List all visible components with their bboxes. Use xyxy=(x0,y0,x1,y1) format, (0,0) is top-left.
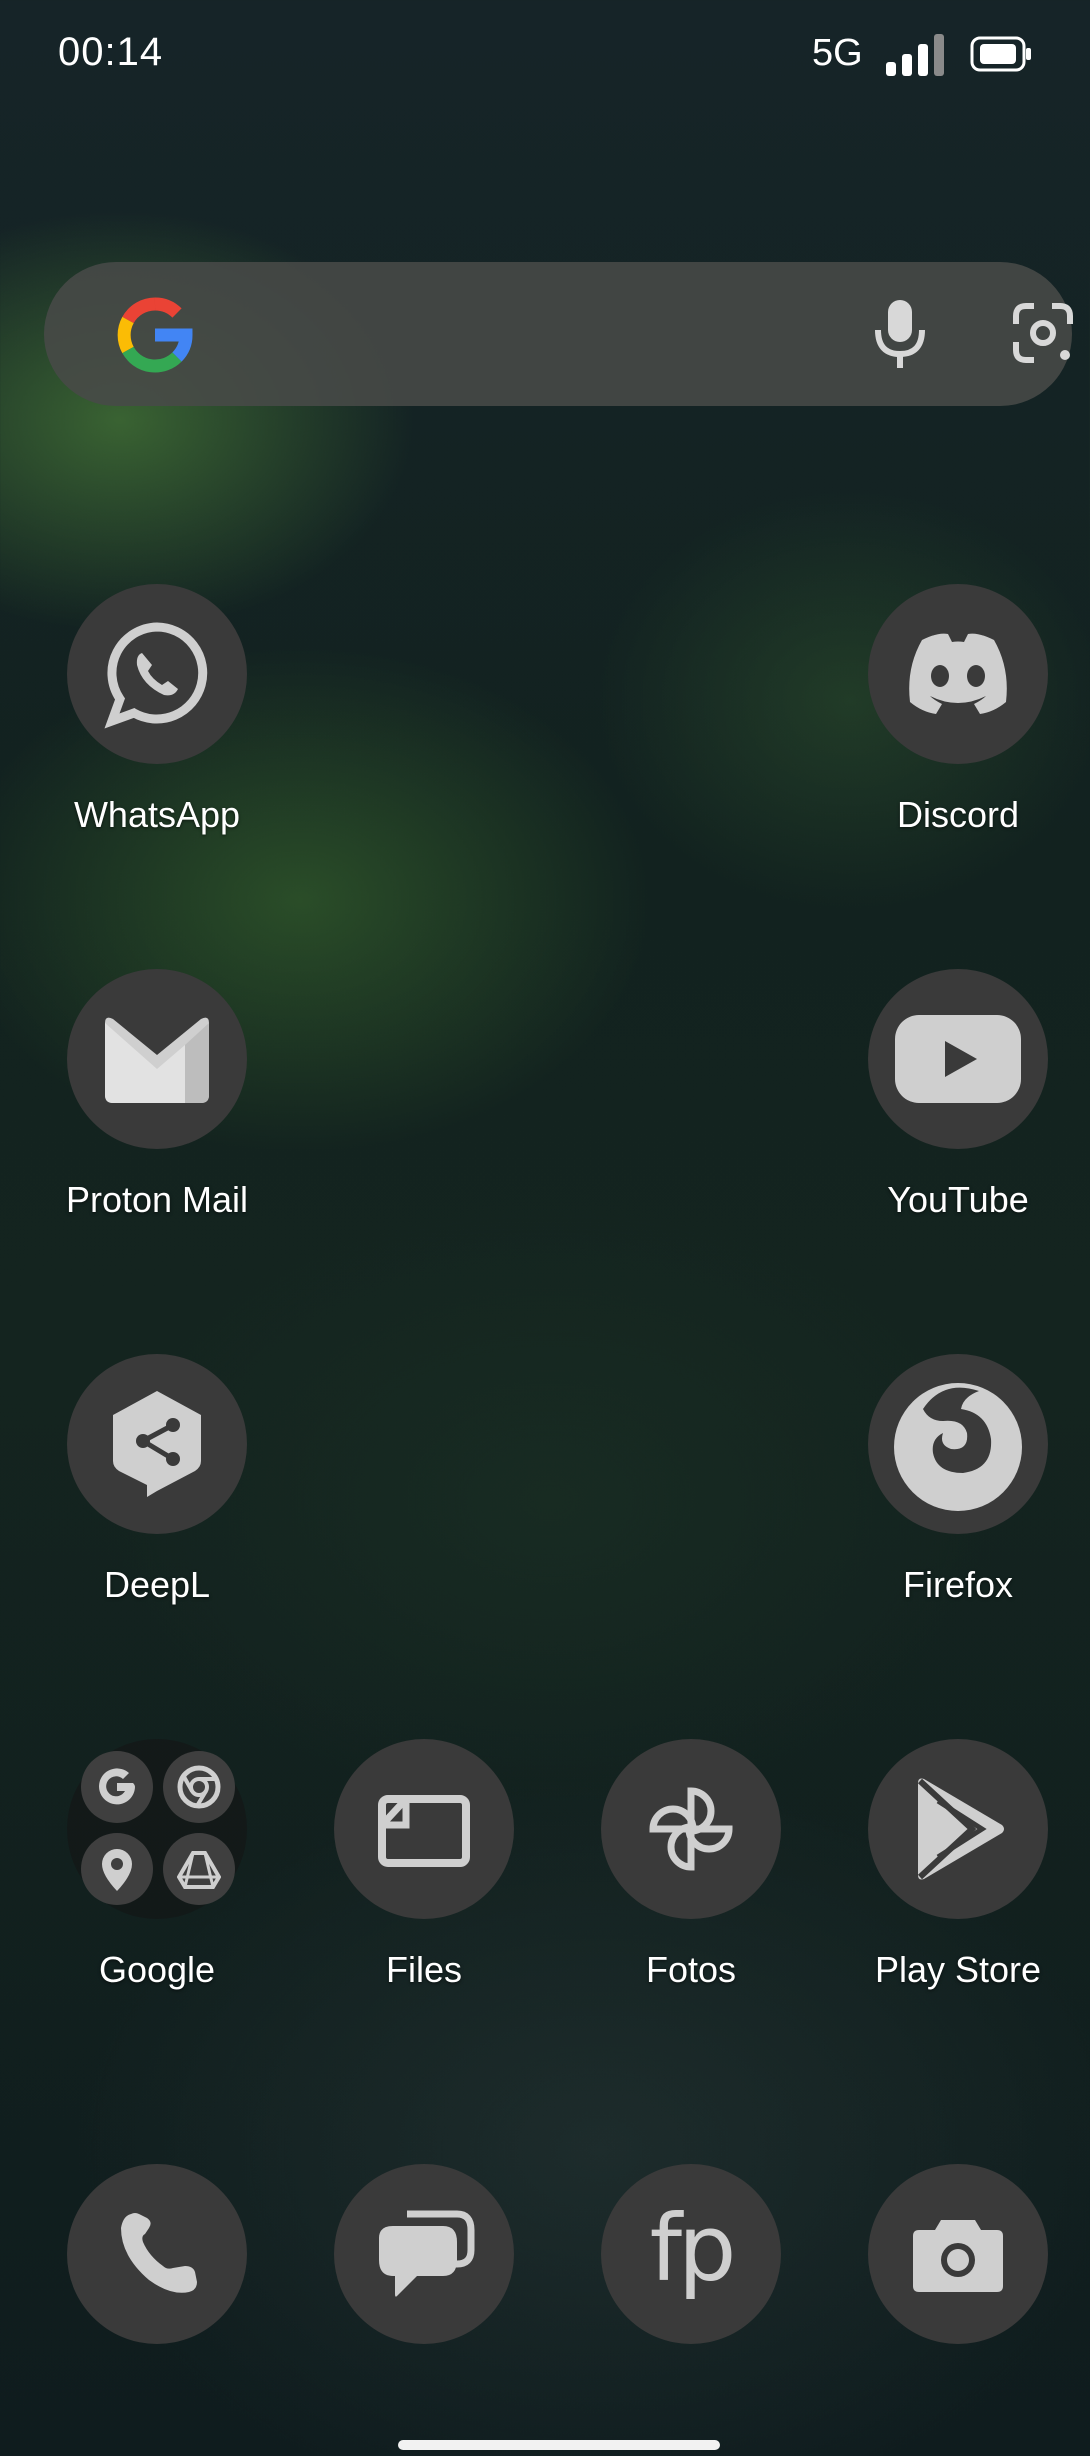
proton-mail-icon xyxy=(67,969,247,1149)
google-g-icon xyxy=(81,1751,153,1823)
dock-camera[interactable] xyxy=(818,2164,1090,2424)
whatsapp-icon xyxy=(67,584,247,764)
chrome-icon xyxy=(163,1751,235,1823)
app-label: Play Store xyxy=(874,1949,1042,1990)
clock: 00:14 xyxy=(58,30,164,74)
discord-icon xyxy=(868,584,1048,764)
app-label: Google xyxy=(98,1949,216,1990)
voice-search-mic-icon[interactable] xyxy=(870,296,930,372)
app-label: WhatsApp xyxy=(73,794,241,835)
google-search-bar[interactable] xyxy=(44,262,1073,406)
messages-icon xyxy=(334,2164,514,2344)
app-label: YouTube xyxy=(887,1179,1029,1220)
app-label: Files xyxy=(385,1949,462,1990)
deepl-icon xyxy=(67,1354,247,1534)
app-label: Fotos xyxy=(645,1949,737,1990)
google-lens-camera-icon[interactable] xyxy=(1010,300,1076,366)
app-folder-google[interactable]: Google xyxy=(17,1739,297,1999)
dock-phone[interactable] xyxy=(17,2164,297,2424)
maps-pin-icon xyxy=(81,1833,153,1905)
app-files[interactable]: Files xyxy=(284,1739,564,1999)
play-store-icon xyxy=(868,1739,1048,1919)
home-gesture-bar[interactable] xyxy=(398,2440,720,2450)
fairphone-logo-icon: fp xyxy=(601,2164,781,2344)
files-icon xyxy=(334,1739,514,1919)
app-discord[interactable]: Discord xyxy=(818,584,1090,844)
battery-icon xyxy=(970,36,1031,72)
network-type: 5G xyxy=(812,32,863,74)
app-firefox[interactable]: Firefox xyxy=(818,1354,1090,1614)
app-deepl[interactable]: DeepL xyxy=(17,1354,297,1614)
firefox-icon xyxy=(868,1354,1048,1534)
signal-strength-icon xyxy=(886,34,944,76)
youtube-icon xyxy=(868,969,1048,1149)
app-label: DeepL xyxy=(103,1564,211,1605)
dock-fairphone[interactable]: fp xyxy=(551,2164,831,2424)
app-label: Discord xyxy=(896,794,1020,835)
app-label: Firefox xyxy=(902,1564,1014,1605)
drive-icon xyxy=(163,1833,235,1905)
app-whatsapp[interactable]: WhatsApp xyxy=(17,584,297,844)
app-play-store[interactable]: Play Store xyxy=(818,1739,1090,1999)
app-proton-mail[interactable]: Proton Mail xyxy=(17,969,297,1229)
app-youtube[interactable]: YouTube xyxy=(818,969,1090,1229)
app-label: Proton Mail xyxy=(65,1179,249,1220)
status-bar: 00:14 5G xyxy=(0,0,1090,110)
app-fotos[interactable]: Fotos xyxy=(551,1739,831,1999)
fp-logo-text: fp xyxy=(649,2195,737,2302)
google-folder-icon xyxy=(67,1739,247,1919)
phone-icon xyxy=(67,2164,247,2344)
dock-messages[interactable] xyxy=(284,2164,564,2424)
camera-icon xyxy=(868,2164,1048,2344)
pinwheel-photos-icon xyxy=(601,1739,781,1919)
google-g-icon xyxy=(117,297,193,373)
